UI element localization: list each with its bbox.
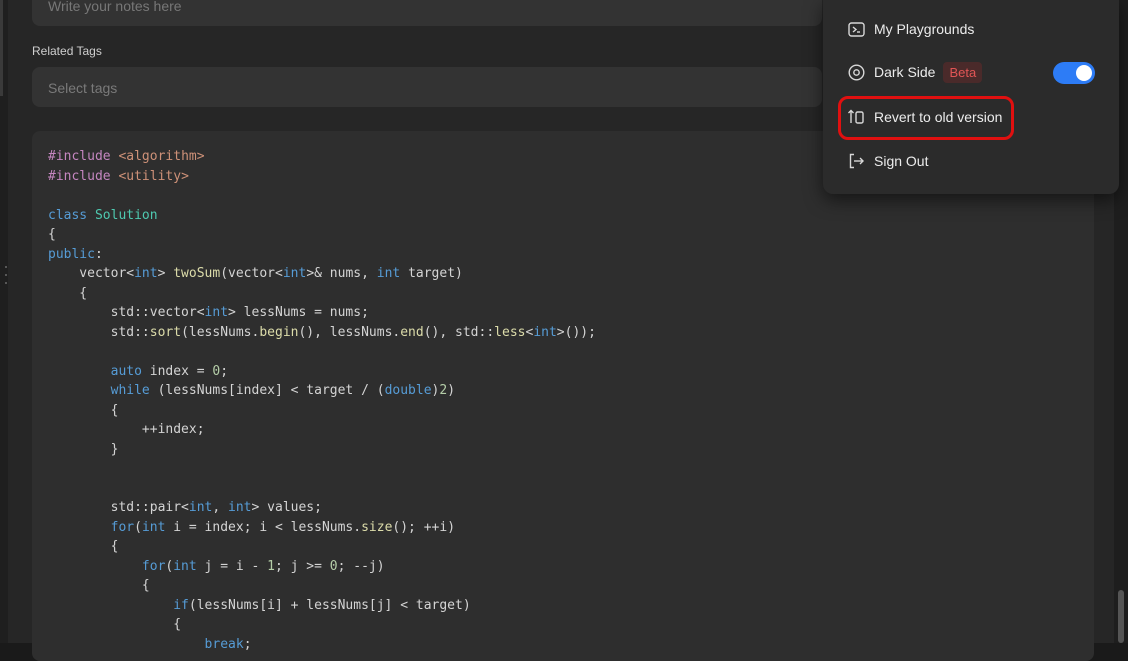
left-gutter xyxy=(0,0,8,643)
menu-item-dark-side[interactable]: Dark Side Beta xyxy=(847,60,983,84)
scrollbar-thumb[interactable] xyxy=(1118,590,1124,643)
menu-item-sign-out[interactable]: Sign Out xyxy=(847,149,928,173)
toggle-knob xyxy=(1076,65,1092,81)
annotation-highlight xyxy=(838,96,1014,140)
code-editor[interactable]: #include <algorithm> #include <utility> … xyxy=(32,131,1094,661)
playground-icon xyxy=(847,20,865,38)
dark-mode-icon xyxy=(847,63,865,81)
related-tags-label: Related Tags xyxy=(32,44,102,58)
notes-placeholder: Write your notes here xyxy=(48,0,182,14)
beta-badge: Beta xyxy=(943,61,983,83)
left-rail xyxy=(0,0,3,96)
menu-item-label: Sign Out xyxy=(874,153,929,169)
menu-item-my-playgrounds[interactable]: My Playgrounds xyxy=(847,17,974,41)
code-content[interactable]: #include <algorithm> #include <utility> … xyxy=(48,147,596,654)
tags-select[interactable]: Select tags xyxy=(32,67,822,107)
dark-side-toggle[interactable] xyxy=(1053,62,1095,84)
menu-item-label: Dark Side xyxy=(874,64,936,80)
notes-input[interactable]: Write your notes here xyxy=(32,0,822,26)
tags-placeholder: Select tags xyxy=(48,80,118,96)
menu-item-label: My Playgrounds xyxy=(874,21,975,37)
sign-out-icon xyxy=(847,152,865,170)
